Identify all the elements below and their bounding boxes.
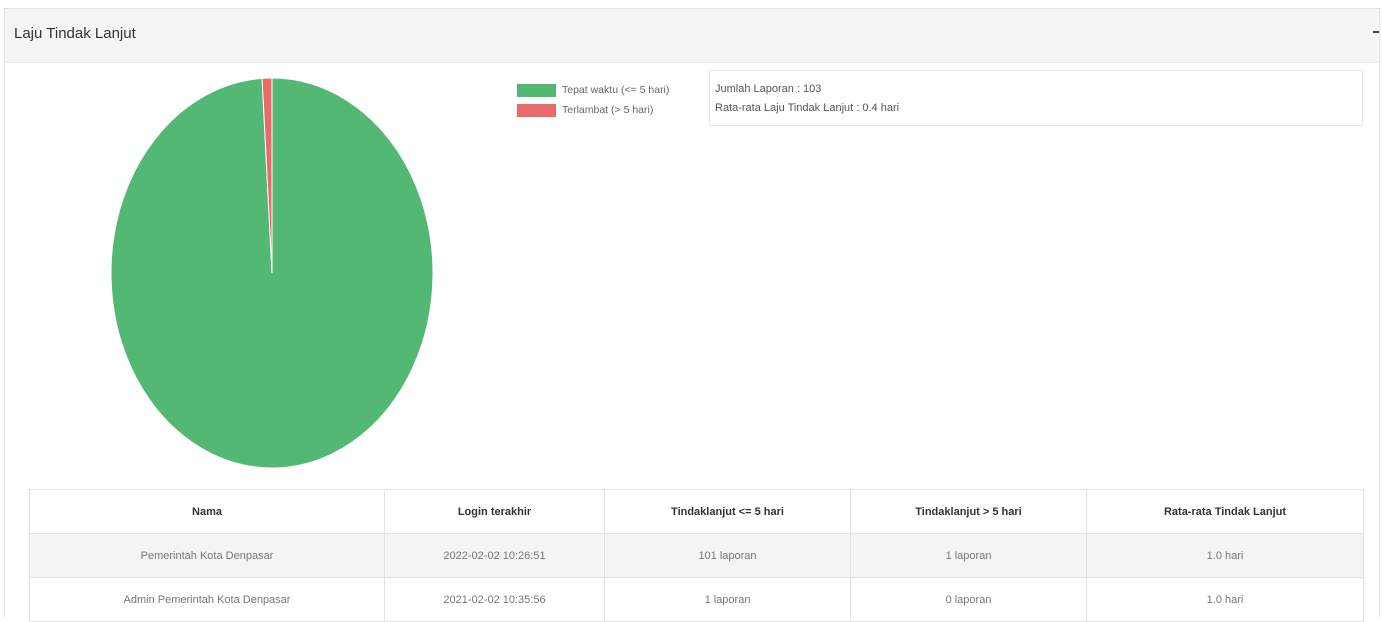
cell-late: 1 laporan [850, 533, 1087, 578]
cell-average: 1.0 hari [1086, 533, 1364, 578]
legend-item-late[interactable]: Terlambat (> 5 hari) [517, 100, 669, 120]
legend-item-on-time[interactable]: Tepat waktu (<= 5 hari) [517, 80, 669, 100]
pie-chart [110, 77, 434, 469]
column-header-average[interactable]: Rata-rata Tindak Lanjut [1086, 489, 1364, 534]
cell-last-login: 2022-02-02 10:26:51 [384, 533, 605, 578]
column-header-name[interactable]: Nama [29, 489, 385, 534]
cell-name: Pemerintah Kota Denpasar [29, 533, 385, 578]
collapse-icon[interactable] [1373, 31, 1379, 33]
cell-last-login: 2021-02-02 10:35:56 [384, 577, 605, 622]
panel-title: Laju Tindak Lanjut [14, 25, 136, 42]
cell-name: Admin Pemerintah Kota Denpasar [29, 577, 385, 622]
cell-late: 0 laporan [850, 577, 1087, 622]
column-header-last-login[interactable]: Login terakhir [384, 489, 605, 534]
panel-header: Laju Tindak Lanjut [5, 9, 1379, 63]
legend-label-on-time: Tepat waktu (<= 5 hari) [562, 84, 670, 96]
cell-average: 1.0 hari [1086, 577, 1364, 622]
table-row: Pemerintah Kota Denpasar 2022-02-02 10:2… [29, 533, 1364, 578]
legend-swatch-late [517, 103, 556, 117]
cell-on-time: 1 laporan [604, 577, 851, 622]
table-header-row: Nama Login terakhir Tindaklanjut <= 5 ha… [29, 489, 1364, 534]
legend-label-late: Terlambat (> 5 hari) [562, 104, 654, 116]
chart-legend: Tepat waktu (<= 5 hari) Terlambat (> 5 h… [517, 80, 669, 120]
legend-swatch-on-time [517, 83, 556, 97]
average-rate: Rata-rata Laju Tindak Lanjut : 0.4 hari [715, 102, 900, 114]
table-row: Admin Pemerintah Kota Denpasar 2021-02-0… [29, 577, 1364, 622]
column-header-on-time[interactable]: Tindaklanjut <= 5 hari [604, 489, 851, 534]
total-reports: Jumlah Laporan : 103 [715, 83, 822, 95]
follow-up-table: Nama Login terakhir Tindaklanjut <= 5 ha… [29, 489, 1364, 622]
cell-on-time: 101 laporan [604, 533, 851, 578]
column-header-late[interactable]: Tindaklanjut > 5 hari [850, 489, 1087, 534]
summary-box: Jumlah Laporan : 103 Rata-rata Laju Tind… [709, 70, 1363, 126]
